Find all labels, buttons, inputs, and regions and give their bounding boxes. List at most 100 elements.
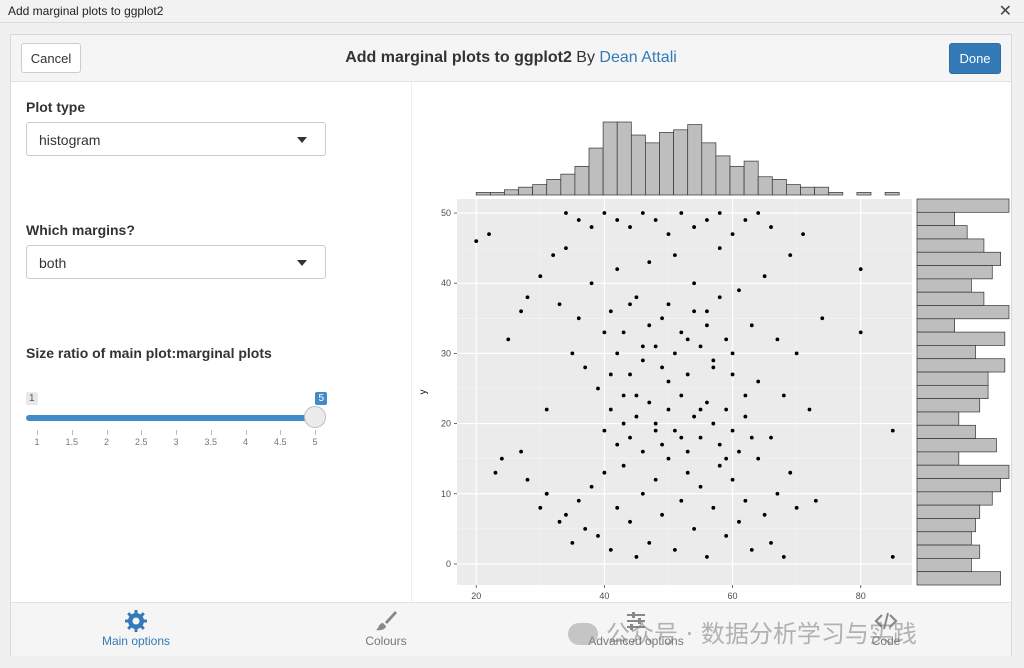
slider-tick-label: 1.5 <box>65 437 79 447</box>
y-axis-label: y <box>418 390 429 395</box>
slider-tick <box>210 430 212 435</box>
scatter-point <box>692 414 697 419</box>
scatter-point <box>743 218 748 222</box>
scatter-point <box>724 533 729 538</box>
slider-tick <box>141 430 143 435</box>
scatter-point <box>685 372 690 377</box>
watermark-text: 公众号 · 数据分析学习与实践 <box>606 620 917 648</box>
close-icon[interactable]: ✕ <box>999 1 1012 21</box>
x-histogram-bar <box>687 124 703 196</box>
done-button[interactable]: Done <box>949 43 1001 74</box>
scatter-point <box>589 484 594 489</box>
scatter-point <box>615 267 620 272</box>
scatter-point <box>474 239 479 244</box>
x-histogram-bar <box>757 176 773 196</box>
scatter-point <box>608 548 613 552</box>
x-histogram-bar <box>645 142 660 196</box>
scatter-point <box>564 246 568 251</box>
scatter-point <box>685 337 690 342</box>
slider-tick-label: 3.5 <box>204 437 218 447</box>
slider-value-label: 5 <box>315 392 327 405</box>
scatter-point <box>705 309 709 314</box>
slider-tick-label: 5 <box>312 437 318 447</box>
plot-type-select[interactable]: histogram <box>26 122 326 156</box>
scatter-point <box>698 344 703 349</box>
x-tick-label: 80 <box>856 591 866 601</box>
y-histogram-bar <box>916 544 981 559</box>
y-histogram-bar <box>916 411 960 426</box>
y-tick-label: 40 <box>441 278 451 288</box>
x-histogram-bar <box>588 147 604 196</box>
scatter-point <box>749 435 754 440</box>
y-histogram-bar <box>916 251 1001 266</box>
size-ratio-slider[interactable]: 1 5 1 1.5 2 2.5 3 3.5 4 4.5 5 <box>26 392 327 452</box>
scatter-point <box>666 407 671 412</box>
y-histogram-bar <box>916 424 976 439</box>
scatter-point <box>544 407 549 412</box>
x-histogram-bar <box>616 121 632 196</box>
x-histogram-bar <box>659 132 674 196</box>
scatter-point <box>890 555 895 559</box>
y-tick-label: 30 <box>441 348 451 358</box>
window-titlebar: Add marginal plots to ggplot2 ✕ <box>0 0 1024 23</box>
scatter-point <box>640 344 645 349</box>
scatter-point <box>762 512 767 517</box>
scatter-point <box>813 498 818 503</box>
slider-handle[interactable] <box>304 406 326 428</box>
scatter-point <box>653 344 658 349</box>
scatter-point <box>858 330 863 335</box>
marginal-scatter-plot: 2040608001020304050xy <box>418 121 1010 616</box>
scatter-point <box>544 491 549 496</box>
y-histogram-bar <box>916 331 1006 346</box>
scatter-point <box>519 449 523 454</box>
slider-track[interactable] <box>26 415 316 421</box>
slider-tick-label: 3 <box>173 437 179 447</box>
scatter-point <box>711 505 716 510</box>
x-histogram-bar <box>475 192 491 196</box>
x-histogram-bar <box>546 179 562 196</box>
scatter-point <box>820 316 825 321</box>
scatter-point <box>628 372 632 377</box>
scatter-point <box>794 351 799 356</box>
y-histogram-bar <box>916 198 1010 213</box>
scatter-point <box>602 428 607 433</box>
scatter-point <box>564 512 568 517</box>
scatter-point <box>666 379 671 384</box>
scatter-point <box>730 232 735 236</box>
author-link[interactable]: Dean Attali <box>599 49 676 66</box>
scatter-point <box>538 505 543 510</box>
x-tick-label: 40 <box>599 591 609 601</box>
gadget-header: Cancel Add marginal plots to ggplot2 By … <box>11 35 1011 82</box>
y-histogram-bar <box>916 384 989 400</box>
x-histogram-bar <box>532 184 548 196</box>
x-histogram-bar <box>518 186 533 196</box>
scatter-point <box>615 218 620 222</box>
scatter-point <box>692 526 697 531</box>
page-title: Add marginal plots to ggplot2 By Dean At… <box>11 49 1011 67</box>
y-tick-label: 0 <box>446 559 451 569</box>
scatter-point <box>576 498 581 503</box>
margins-select[interactable]: both <box>26 245 326 279</box>
scatter-point <box>749 548 754 552</box>
scatter-point <box>807 407 812 412</box>
y-histogram-bar <box>916 345 976 360</box>
scatter-point <box>730 372 735 377</box>
tab-main-options[interactable]: Main options <box>11 603 261 656</box>
scatter-point <box>499 456 504 461</box>
x-histogram-bar <box>715 155 731 196</box>
y-histogram-bar <box>916 318 955 333</box>
slider-tick-label: 4.5 <box>273 437 287 447</box>
scatter-point <box>653 477 658 482</box>
y-histogram-bar <box>916 265 993 280</box>
scatter-point <box>634 295 639 300</box>
x-histogram-bar <box>800 186 815 196</box>
scatter-point <box>705 218 709 222</box>
x-histogram-bar <box>673 129 689 196</box>
scatter-point <box>743 393 748 398</box>
x-histogram-bar <box>884 192 900 196</box>
slider-tick <box>37 430 38 435</box>
scatter-point <box>672 351 677 356</box>
scatter-point <box>711 421 716 426</box>
scatter-point <box>775 337 780 342</box>
tab-colours[interactable]: Colours <box>261 603 511 656</box>
